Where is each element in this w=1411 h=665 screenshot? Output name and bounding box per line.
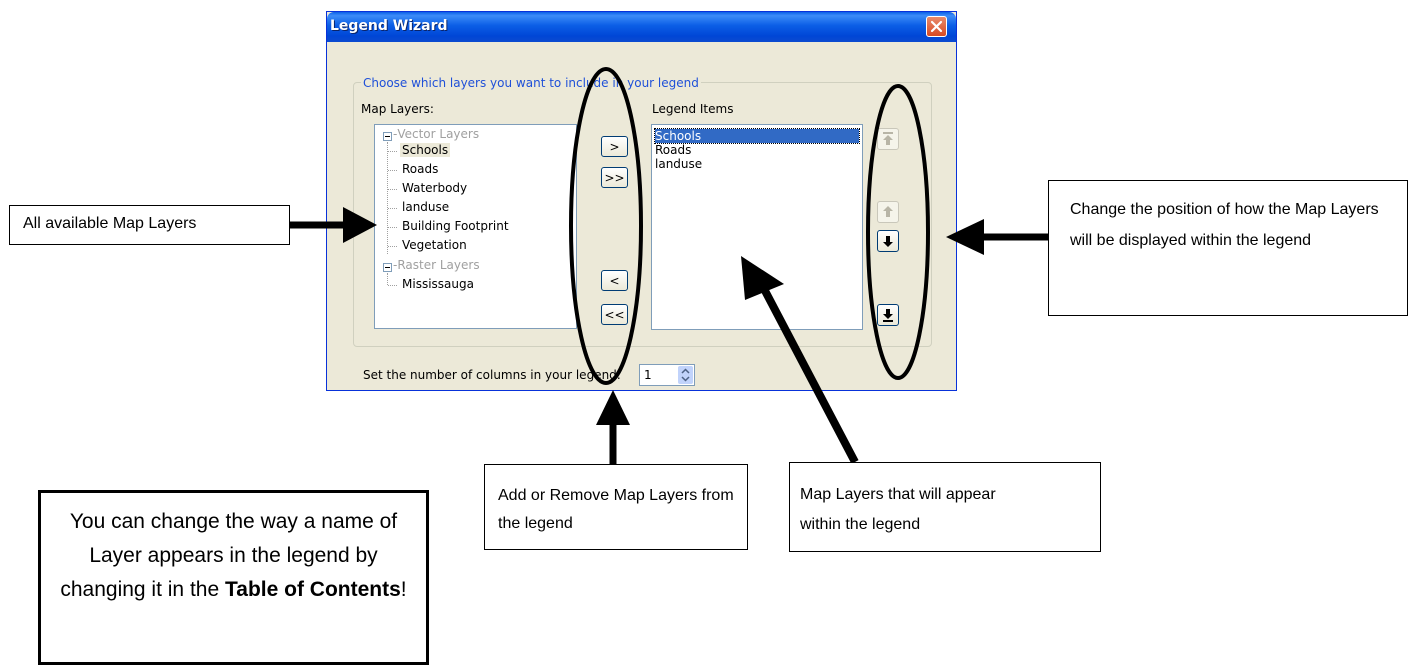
arrow-to-reorder-buttons — [946, 219, 1048, 255]
callout-table-of-contents-tip: You can change the way a name of Layer a… — [38, 490, 429, 665]
callout-reorder-text: Change the position of how the Map Layer… — [1070, 201, 1379, 249]
callout-add-remove: Add or Remove Map Layers from the legend — [484, 464, 748, 550]
arrow-to-map-layers — [290, 207, 377, 243]
callout-legend-layers: Map Layers that will appear within the l… — [789, 462, 1101, 552]
callout-map-layers: All available Map Layers — [9, 205, 290, 245]
tip-bold-text: Table of Contents — [225, 578, 401, 601]
callout-legend-layers-text: Map Layers that will appear within the l… — [800, 486, 996, 533]
buttons-highlight-ellipse — [569, 67, 643, 385]
order-buttons-highlight-ellipse — [866, 84, 930, 380]
arrow-to-add-remove-buttons — [596, 390, 630, 465]
callout-reorder: Change the position of how the Map Layer… — [1048, 180, 1408, 316]
callout-map-layers-text: All available Map Layers — [23, 215, 197, 232]
arrow-to-legend-items — [741, 256, 859, 464]
callout-add-remove-text: Add or Remove Map Layers from the legend — [498, 487, 734, 532]
tip-suffix: ! — [400, 578, 407, 601]
